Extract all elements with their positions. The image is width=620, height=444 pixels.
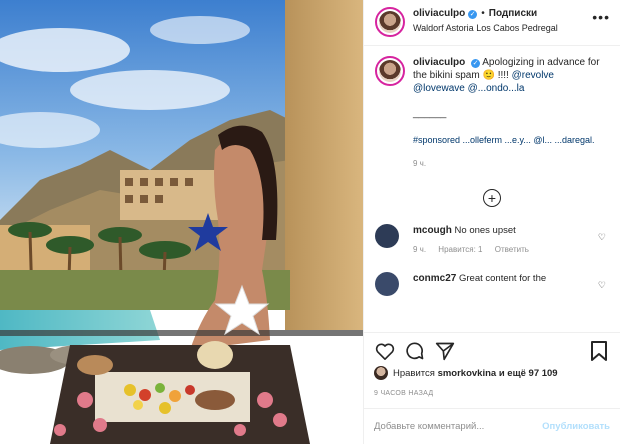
comment-body: conmc27 Great content for the — [413, 272, 546, 296]
more-dots-icon[interactable]: ••• — [592, 10, 610, 24]
comment-icon[interactable] — [404, 340, 426, 362]
post-time-ago[interactable]: 9 ЧАСОВ НАЗАД — [374, 390, 433, 397]
post-panel: oliviaculpo ✓ • Подписки Waldorf Astoria… — [363, 0, 620, 444]
comment-input[interactable] — [374, 421, 543, 432]
header-text: oliviaculpo ✓ • Подписки Waldorf Astoria… — [413, 7, 558, 35]
caption-time[interactable]: 9 ч. — [413, 157, 603, 170]
caption-avatar[interactable] — [375, 56, 405, 86]
follow-button[interactable]: Подписки — [489, 7, 537, 21]
comment-avatar[interactable] — [375, 272, 399, 296]
liker-username[interactable]: smorkovkina — [438, 368, 497, 379]
post-image — [0, 0, 363, 444]
load-more: + — [364, 178, 620, 218]
heart-icon[interactable]: ♡ — [598, 280, 606, 291]
header-row: oliviaculpo ✓ • Подписки — [413, 7, 558, 21]
comment-box: Опубликовать — [364, 408, 620, 444]
caption: oliviaculpo ✓ Apologizing in advance for… — [364, 46, 620, 170]
comment-username[interactable]: conmc27 — [413, 273, 456, 284]
publish-button[interactable]: Опубликовать — [542, 421, 610, 432]
likes-count[interactable]: и ещё 97 109 — [499, 368, 558, 379]
comment-body: mcough No ones upset 9 ч. Нравится: 1 От… — [413, 224, 539, 256]
reply-button[interactable]: Ответить — [495, 245, 529, 254]
verified-icon: ✓ — [468, 9, 478, 19]
comment-text: No ones upset — [454, 225, 516, 236]
like-heart-icon[interactable] — [374, 340, 396, 362]
likes-summary: Нравится smorkovkina и ещё 97 109 — [374, 366, 614, 380]
avatar-image — [379, 11, 401, 33]
post-header: oliviaculpo ✓ • Подписки Waldorf Astoria… — [364, 0, 620, 46]
comment-item: mcough No ones upset 9 ч. Нравится: 1 От… — [364, 224, 620, 256]
action-bar — [364, 332, 620, 366]
action-row — [374, 340, 610, 362]
comment-text: Great content for the — [459, 273, 547, 284]
comment-likes[interactable]: Нравится: 1 — [438, 245, 482, 254]
separator-dot: • — [481, 8, 485, 19]
verified-icon: ✓ — [471, 59, 481, 68]
caption-sponsored[interactable]: #sponsored ...olleferm ...e.y... @l... .… — [413, 134, 603, 147]
caption-body: oliviaculpo ✓ Apologizing in advance for… — [413, 56, 603, 170]
avatar-image — [379, 60, 401, 82]
caption-username[interactable]: oliviaculpo — [413, 57, 465, 68]
likes-prefix: Нравится — [393, 367, 435, 379]
caption-separator: ______ — [413, 108, 447, 119]
heart-icon[interactable]: ♡ — [598, 232, 606, 243]
comment-avatar[interactable] — [375, 224, 399, 248]
comment-time[interactable]: 9 ч. — [413, 245, 426, 254]
bookmark-icon[interactable] — [588, 340, 610, 362]
liker-avatar[interactable] — [374, 366, 388, 380]
share-icon[interactable] — [434, 340, 456, 362]
comment-meta: 9 ч. Нравится: 1 Ответить — [413, 243, 539, 256]
username-link[interactable]: oliviaculpo — [413, 7, 465, 21]
avatar[interactable] — [375, 7, 405, 37]
location-link[interactable]: Waldorf Astoria Los Cabos Pedregal — [413, 21, 558, 35]
post-photo[interactable] — [0, 0, 363, 444]
plus-circle-icon[interactable]: + — [483, 189, 501, 207]
comment-username[interactable]: mcough — [413, 225, 452, 236]
comment-item: conmc27 Great content for the ♡ — [364, 272, 620, 296]
